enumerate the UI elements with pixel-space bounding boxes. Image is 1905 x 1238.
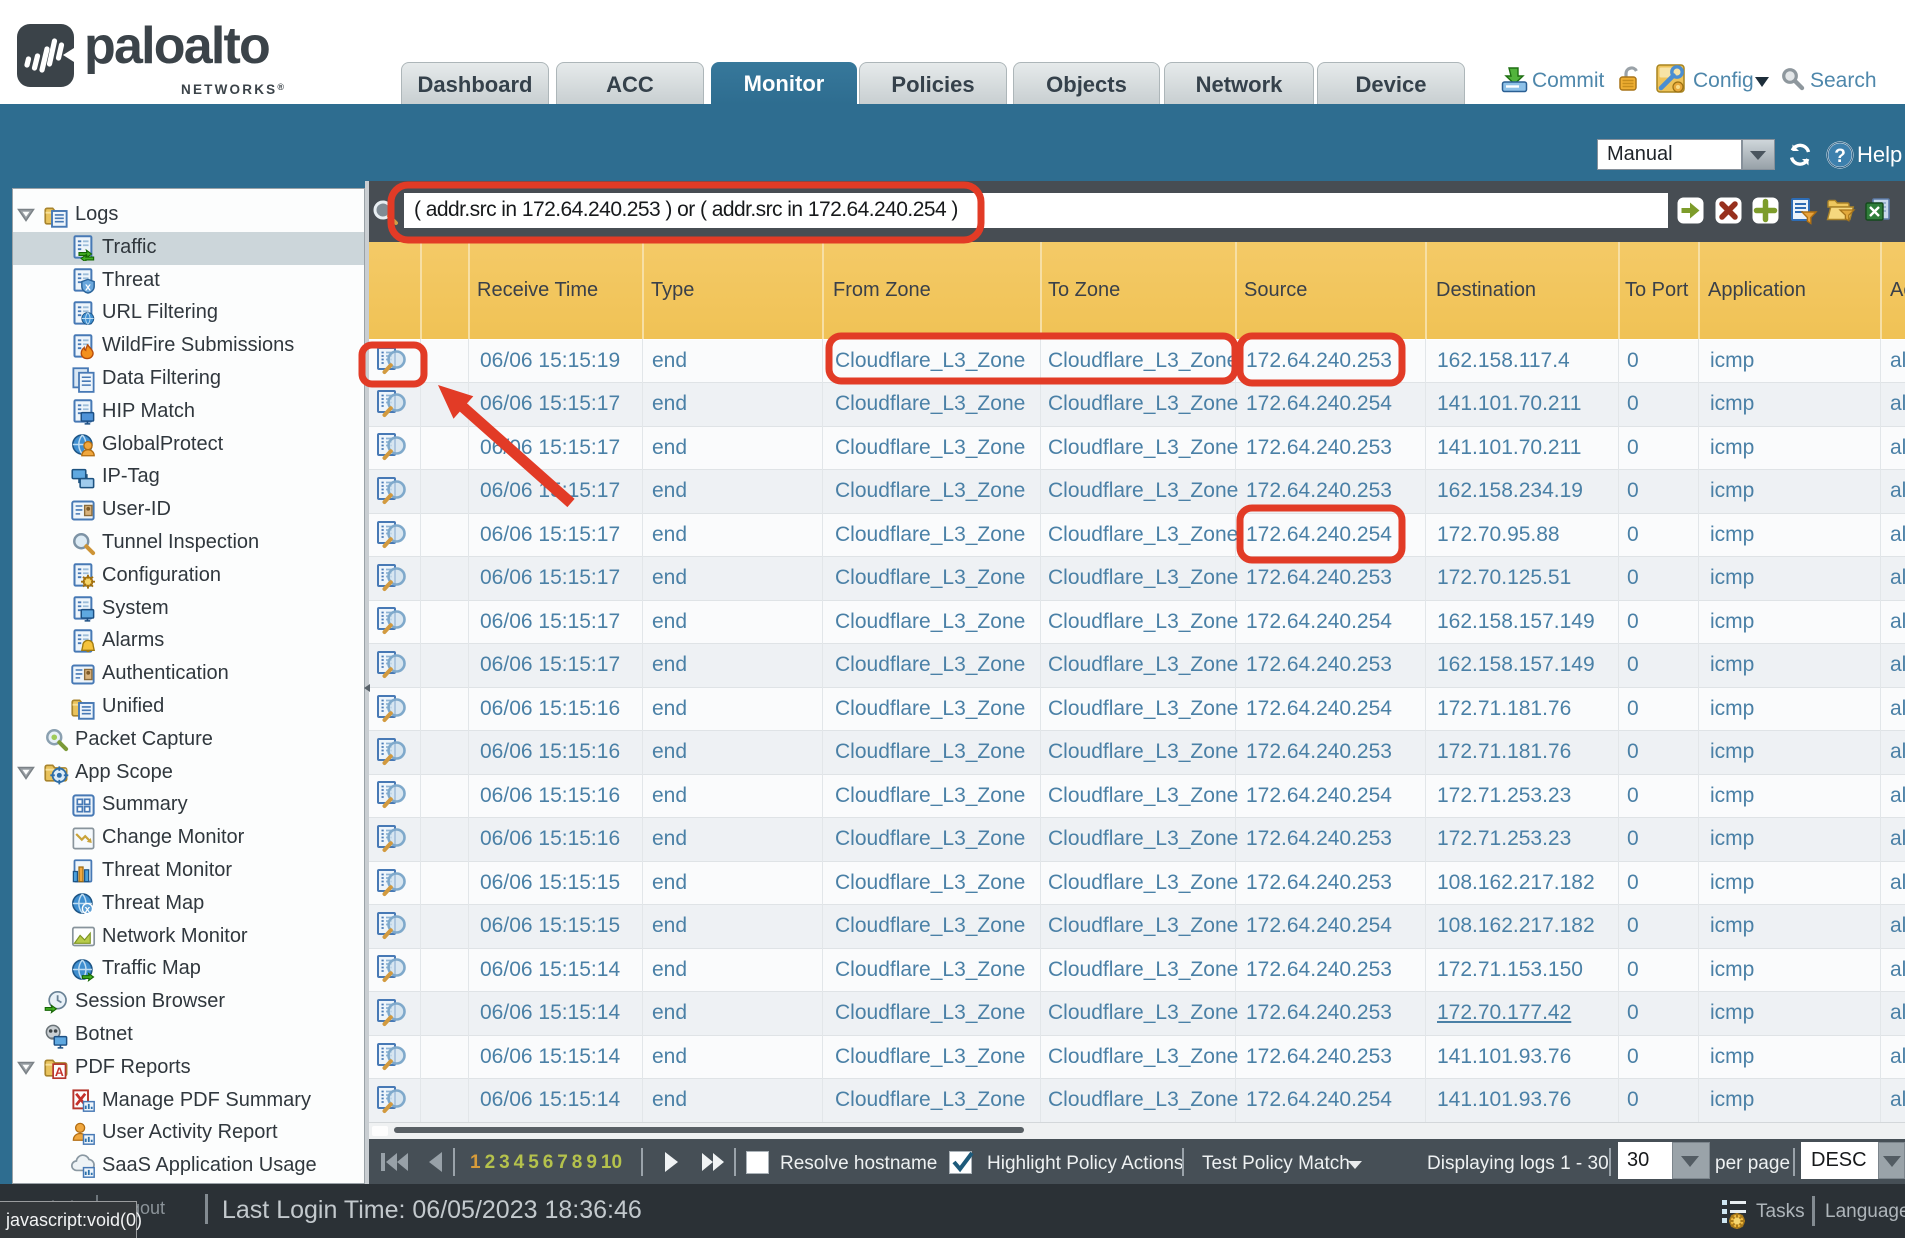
svg-text:?: ? <box>1834 146 1846 167</box>
svg-text:x: x <box>85 282 91 294</box>
svg-text:x: x <box>85 905 91 916</box>
svg-text:A: A <box>55 1065 64 1079</box>
